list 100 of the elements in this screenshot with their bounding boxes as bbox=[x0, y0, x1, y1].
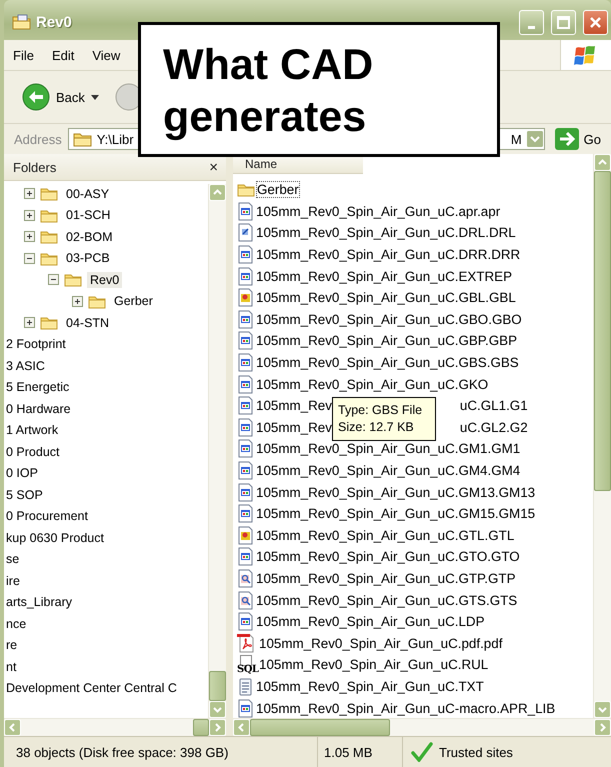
go-button[interactable]: Go bbox=[550, 128, 611, 150]
collapse-toggle-icon[interactable] bbox=[24, 252, 35, 264]
file-name[interactable]: 105mm_Rev0_Spin_Air_Gun_uC.GKO bbox=[256, 376, 488, 392]
close-pane-button[interactable]: × bbox=[209, 160, 218, 174]
folder-name[interactable]: 02-BOM bbox=[63, 228, 116, 245]
window-file-icon bbox=[237, 418, 254, 437]
folder-name[interactable]: re bbox=[4, 637, 20, 654]
window-file-icon bbox=[237, 266, 254, 286]
window-file-icon bbox=[237, 504, 254, 524]
file-name[interactable]: 105mm_Rev bbox=[256, 398, 332, 414]
scroll-left-button[interactable] bbox=[233, 719, 250, 736]
folder-name[interactable]: 0 Product bbox=[4, 444, 63, 460]
scroll-down-button[interactable] bbox=[594, 701, 611, 718]
minimize-button[interactable] bbox=[519, 10, 544, 34]
expand-toggle-icon[interactable] bbox=[24, 210, 35, 221]
window-file-icon bbox=[237, 245, 254, 264]
address-text[interactable]: Y:\Libr bbox=[96, 132, 134, 146]
window-file-icon bbox=[237, 310, 254, 329]
close-icon bbox=[588, 14, 603, 30]
scroll-left-button[interactable] bbox=[4, 719, 21, 736]
close-button[interactable] bbox=[583, 10, 608, 34]
window-file-icon bbox=[237, 374, 254, 394]
window-file-icon bbox=[237, 353, 254, 372]
scroll-right-button[interactable] bbox=[594, 719, 611, 736]
folder-icon bbox=[12, 14, 32, 30]
file-name[interactable]: 105mm_Rev0_Spin_Air_Gun_uC.GM4.GM4 bbox=[256, 463, 520, 478]
scroll-up-button[interactable] bbox=[594, 154, 611, 171]
dropdown-button[interactable] bbox=[526, 130, 544, 148]
folder-name[interactable]: nce bbox=[4, 616, 30, 632]
collapse-toggle-icon[interactable] bbox=[48, 274, 59, 286]
folder-name[interactable]: Rev0 bbox=[87, 272, 122, 288]
file-name[interactable]: 105mm_Rev0_Spin_Air_Gun_uC-macro.APR_LIB bbox=[256, 700, 556, 716]
expand-toggle-icon[interactable] bbox=[72, 296, 83, 307]
board-file-icon bbox=[237, 288, 254, 308]
magnifier-file-icon bbox=[237, 568, 254, 588]
file-name[interactable]: 105mm_Rev0_Spin_Air_Gun_uC.GM15.GM15 bbox=[256, 506, 536, 522]
file-name[interactable]: 105mm_Rev0_Spin_Air_Gun_uC.GBL.GBL bbox=[256, 290, 516, 306]
file-name[interactable]: 105mm_Rev0_Spin_Air_Gun_uC.apr.apr bbox=[256, 204, 500, 219]
window-file-icon bbox=[237, 396, 254, 416]
tooltip-line: Type: GBS File bbox=[338, 402, 424, 419]
folder-name[interactable]: kup 0630 Product bbox=[4, 530, 107, 546]
file-name[interactable]: 105mm_Rev0_Spin_Air_Gun_uC.GBO.GBO bbox=[256, 312, 522, 327]
file-name[interactable]: 105mm_Rev0_Spin_Air_Gun_uC.GTP.GTP bbox=[256, 570, 516, 586]
window-title: Rev0 bbox=[36, 14, 73, 30]
address-text[interactable]: M bbox=[510, 132, 522, 146]
menu-item[interactable]: File bbox=[4, 48, 43, 62]
status-text: 38 objects (Disk free space: 398 GB) bbox=[16, 744, 228, 760]
maximize-button[interactable] bbox=[551, 10, 576, 34]
minimize-icon bbox=[528, 26, 535, 28]
file-name[interactable]: uC.GL2.G2 bbox=[460, 420, 528, 435]
file-name[interactable]: 105mm_Rev0_Spin_Air_Gun_uC.DRR.DRR bbox=[256, 247, 520, 262]
folder-name[interactable]: 0 IOP bbox=[4, 465, 41, 482]
folder-name[interactable]: nt bbox=[4, 658, 20, 675]
file-name[interactable]: 105mm_Rev0_Spin_Air_Gun_uC.GTS.GTS bbox=[256, 592, 518, 608]
folder-name[interactable]: 04-STN bbox=[63, 314, 112, 331]
back-button[interactable]: Back bbox=[22, 83, 99, 111]
folder-name[interactable]: 3 ASIC bbox=[4, 358, 48, 374]
file-name[interactable]: uC.GL1.G1 bbox=[460, 398, 528, 414]
folder-icon bbox=[40, 315, 58, 330]
folder-name[interactable]: 01-SCH bbox=[63, 207, 114, 224]
folder-name[interactable]: 0 Procurement bbox=[4, 508, 91, 524]
scroll-right-button[interactable] bbox=[209, 719, 226, 736]
file-name[interactable]: 105mm_Rev0_Spin_Air_Gun_uC.pdf.pdf bbox=[259, 636, 502, 651]
folder-name[interactable]: 00-ASY bbox=[63, 186, 112, 202]
file-name[interactable]: 105mm_Rev0_Spin_Air_Gun_uC.TXT bbox=[256, 678, 484, 694]
folder-name[interactable]: 5 SOP bbox=[4, 486, 46, 503]
folder-name[interactable]: 1 Artwork bbox=[4, 422, 62, 438]
file-name[interactable]: 105mm_Rev0_Spin_Air_Gun_uC.GBP.GBP bbox=[256, 333, 518, 348]
expand-toggle-icon[interactable] bbox=[24, 231, 35, 242]
scroll-down-button[interactable] bbox=[209, 701, 226, 718]
folder-name[interactable]: arts_Library bbox=[4, 594, 75, 610]
folder-name[interactable]: Development Center Central C bbox=[4, 680, 180, 696]
expand-toggle-icon[interactable] bbox=[24, 317, 35, 328]
notepad-icon bbox=[237, 676, 254, 696]
folder-name[interactable]: ire bbox=[4, 572, 23, 589]
file-name[interactable]: 105mm_Rev0_Spin_Air_Gun_uC.GBS.GBS bbox=[256, 355, 519, 370]
window-file-icon bbox=[237, 202, 254, 221]
menu-item[interactable]: Edit bbox=[42, 48, 84, 62]
file-name[interactable]: 105mm_Rev0_Spin_Air_Gun_uC.GTO.GTO bbox=[256, 549, 520, 564]
file-name[interactable]: 105mm_Rev0_Spin_Air_Gun_uC.LDP bbox=[256, 614, 485, 630]
file-name[interactable]: 105mm_Rev0_Spin_Air_Gun_uC.GTL.GTL bbox=[256, 528, 514, 543]
folder-name[interactable]: 2 Footprint bbox=[4, 336, 69, 352]
column-header[interactable]: Name bbox=[245, 156, 278, 170]
scroll-up-button[interactable] bbox=[209, 184, 226, 201]
file-name[interactable]: 105mm_Rev bbox=[256, 420, 332, 435]
folder-name[interactable]: se bbox=[4, 551, 22, 568]
file-name[interactable]: 105mm_Rev0_Spin_Air_Gun_uC.GM13.GM13 bbox=[256, 484, 536, 500]
forward-button[interactable] bbox=[114, 83, 141, 111]
file-name[interactable]: 105mm_Rev0_Spin_Air_Gun_uC.RUL bbox=[259, 657, 488, 672]
folder-name[interactable]: 5 Energetic bbox=[4, 379, 72, 396]
expand-toggle-icon[interactable] bbox=[24, 188, 35, 200]
file-name[interactable]: 105mm_Rev0_Spin_Air_Gun_uC.DRL.DRL bbox=[256, 225, 516, 240]
file-name[interactable]: Gerber bbox=[257, 182, 299, 198]
folder-name[interactable]: Gerber bbox=[111, 293, 156, 310]
folder-name[interactable]: 03-PCB bbox=[63, 250, 113, 266]
file-name[interactable]: 105mm_Rev0_Spin_Air_Gun_uC.GM1.GM1 bbox=[256, 441, 520, 456]
folder-icon bbox=[40, 186, 58, 202]
menu-item[interactable]: View bbox=[83, 48, 130, 62]
folder-name[interactable]: 0 Hardware bbox=[4, 400, 74, 417]
file-name[interactable]: 105mm_Rev0_Spin_Air_Gun_uC.EXTREP bbox=[256, 268, 512, 284]
